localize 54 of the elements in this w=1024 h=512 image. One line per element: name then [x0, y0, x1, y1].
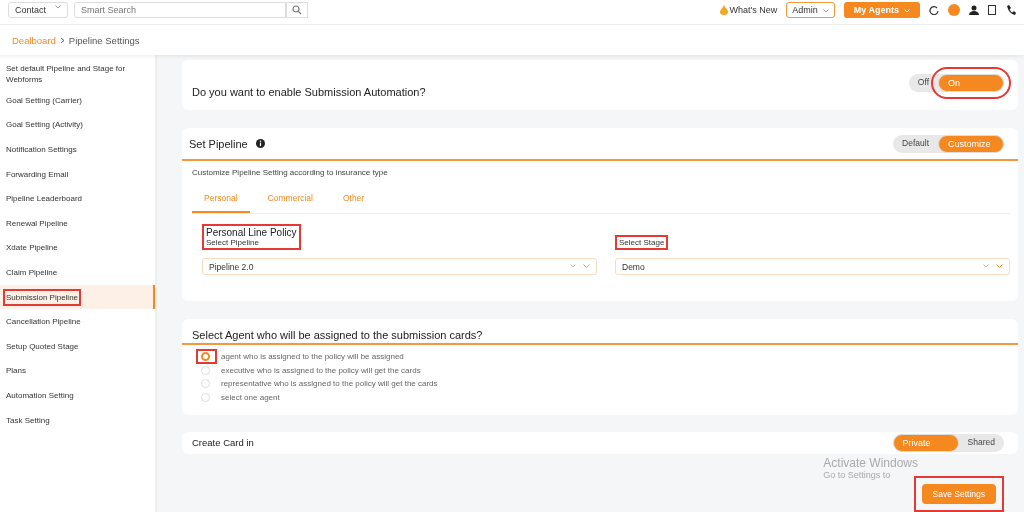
chevron-icon [59, 36, 65, 44]
sidebar-item[interactable]: Forwarding Email [0, 161, 155, 187]
sidebar-item[interactable]: Automation Setting [0, 383, 155, 408]
sidebar-item[interactable]: Cancellation Pipeline [0, 309, 155, 334]
whats-new-link[interactable]: What's New [719, 5, 778, 15]
caret-icon [55, 5, 61, 9]
search-icon [292, 5, 302, 15]
set-pipeline-title: Set Pipeline [189, 137, 248, 150]
caret-icon [904, 9, 910, 13]
sidebar-item[interactable]: Setup Quoted Stage [0, 333, 155, 359]
sidebar-item[interactable]: Xdate Pipeline [0, 235, 155, 261]
sidebar-item[interactable]: Goal Setting (Carrier) [0, 88, 155, 113]
field-label: Select Pipeline [206, 238, 260, 248]
field-label: Select Stage [619, 238, 665, 248]
automation-question: Do you want to enable Submission Automation? [192, 86, 426, 99]
caret-icon [570, 264, 590, 270]
notification-icon[interactable] [948, 4, 960, 16]
user-icon[interactable] [969, 5, 979, 15]
breadcrumb-current: Pipeline Settings [68, 34, 140, 46]
sidebar-item[interactable]: Goal Setting (Activity) [0, 112, 155, 138]
phone-icon[interactable] [1006, 5, 1016, 15]
document-icon[interactable] [988, 5, 997, 15]
radio-label: agent who is assigned to the policy will be assigned [221, 352, 404, 362]
sidebar-item[interactable]: Renewal Pipeline [0, 210, 155, 236]
flame-icon [719, 5, 728, 15]
sidebar-item[interactable]: Notification Settings [0, 137, 155, 162]
caret-icon [822, 9, 829, 13]
mode-option[interactable]: Default [893, 134, 938, 153]
sidebar-item[interactable]: Pipeline Leaderboard [0, 186, 155, 211]
agent-question: Select Agent who will be assigned to the submission cards? [192, 328, 483, 341]
activation-notice: Activate Windows Go to Settings to [823, 456, 918, 480]
radio-label: executive who is assigned to the policy will get the cards [221, 365, 421, 375]
entity-select[interactable]: Contact [8, 2, 68, 18]
sidebar-item[interactable]: Task Setting [0, 407, 155, 433]
toggle-option[interactable]: Off [908, 74, 938, 92]
caret-icon [983, 264, 1003, 270]
search-button[interactable] [286, 2, 308, 18]
policy-title: Personal Line Policy [206, 227, 297, 239]
info-icon [255, 139, 265, 149]
role-select[interactable]: Admin [786, 2, 835, 18]
toggle-option[interactable]: Shared [958, 433, 1004, 452]
refresh-icon[interactable] [929, 5, 939, 15]
radio-label: representative who is assigned to the policy will get the cards [221, 379, 438, 389]
sidebar-item[interactable]: Set default Pipeline and Stage for Webforms [0, 59, 155, 88]
radio-label: select one agent [221, 392, 280, 402]
dropdown-field[interactable]: Demo [615, 258, 1010, 276]
create-card-label: Create Card in [192, 437, 254, 449]
pipeline-description: Customize Pipeline Setting according to insurance type [192, 168, 389, 178]
sidebar-item[interactable]: Plans [0, 358, 155, 384]
sidebar-item[interactable]: Claim Pipeline [0, 260, 155, 285]
sidebar-item[interactable]: Submission Pipeline [0, 284, 155, 310]
radio-button[interactable] [201, 352, 210, 362]
search-field[interactable]: Smart Search [74, 2, 286, 18]
dropdown-field[interactable]: Pipeline 2.0 [202, 258, 597, 276]
